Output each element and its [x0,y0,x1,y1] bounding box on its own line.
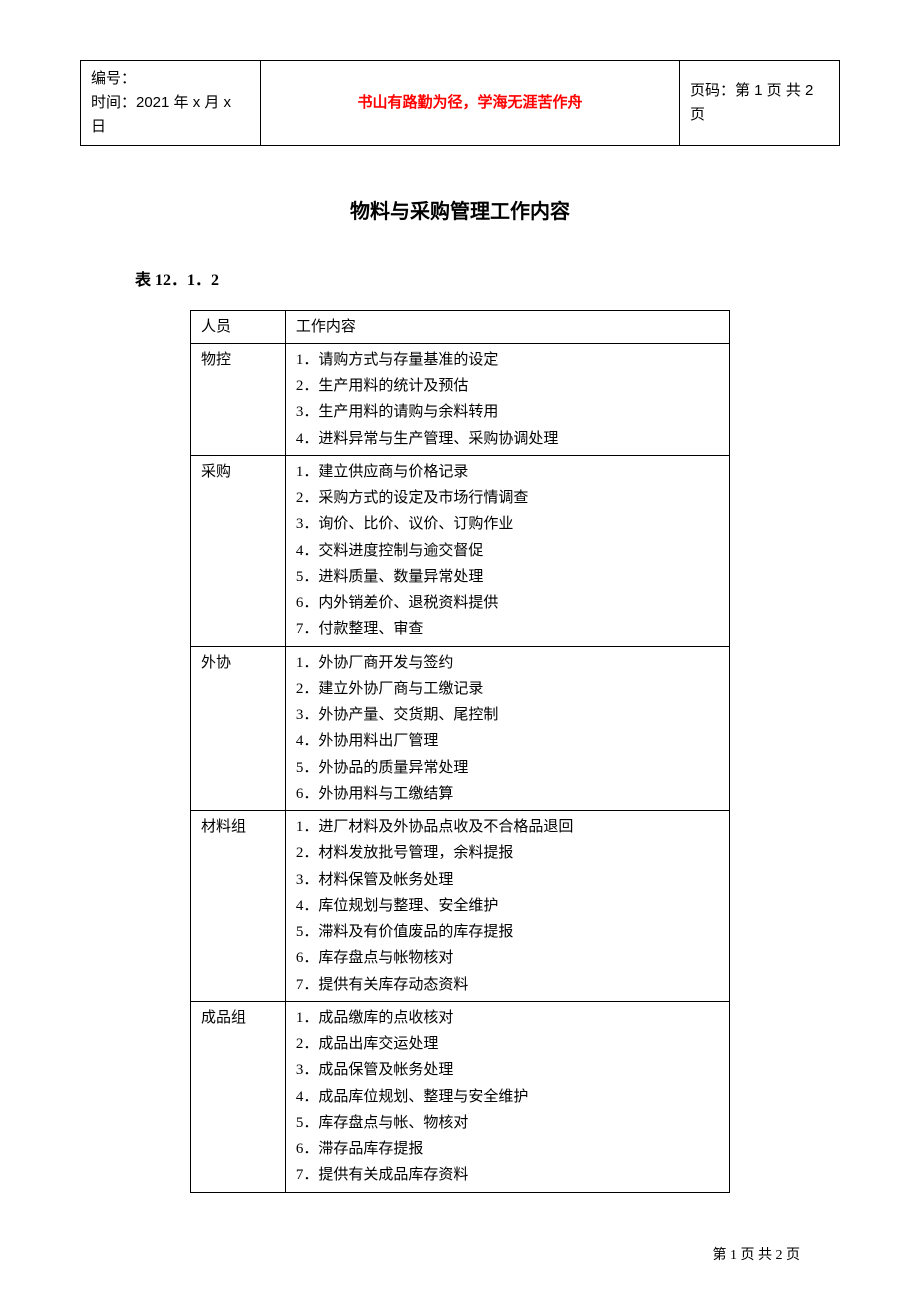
work-item: 2．材料发放批号管理，余料提报 [296,840,719,866]
work-item: 3．成品保管及帐务处理 [296,1057,719,1083]
table-row: 采购 1．建立供应商与价格记录 2．采购方式的设定及市场行情调查 3．询价、比价… [191,455,730,646]
header-box: 编号： 时间：2021 年 x 月 x 日 书山有路勤为径，学海无涯苦作舟 页码… [80,60,840,146]
work-item: 7．付款整理、审查 [296,616,719,642]
content-cell: 1．请购方式与存量基准的设定 2．生产用料的统计及预估 3．生产用料的请购与余料… [285,343,729,455]
doc-time-label: 时间：2021 年 x 月 x 日 [91,91,250,139]
header-motto: 书山有路勤为径，学海无涯苦作舟 [357,94,582,111]
content-cell: 1．进厂材料及外协品点收及不合格品退回 2．材料发放批号管理，余料提报 3．材料… [285,811,729,1002]
work-item: 3．生产用料的请购与余料转用 [296,399,719,425]
role-cell: 材料组 [191,811,286,1002]
column-header-content: 工作内容 [285,310,729,343]
work-item: 4．交料进度控制与逾交督促 [296,538,719,564]
work-item: 4．库位规划与整理、安全维护 [296,893,719,919]
content-cell: 1．成品缴库的点收核对 2．成品出库交运处理 3．成品保管及帐务处理 4．成品库… [285,1001,729,1192]
table-row: 物控 1．请购方式与存量基准的设定 2．生产用料的统计及预估 3．生产用料的请购… [191,343,730,455]
work-item: 6．外协用料与工缴结算 [296,781,719,807]
work-item: 3．材料保管及帐务处理 [296,867,719,893]
page-footer: 第 1 页 共 2 页 [713,1245,801,1267]
table-row: 材料组 1．进厂材料及外协品点收及不合格品退回 2．材料发放批号管理，余料提报 … [191,811,730,1002]
doc-number-label: 编号： [91,67,250,91]
header-page-label: 页码：第 1 页 共 2 页 [690,82,813,123]
work-item: 6．内外销差价、退税资料提供 [296,590,719,616]
role-cell: 采购 [191,455,286,646]
work-item: 2．生产用料的统计及预估 [296,373,719,399]
column-header-role: 人员 [191,310,286,343]
work-item: 1．成品缴库的点收核对 [296,1005,719,1031]
work-item: 1．进厂材料及外协品点收及不合格品退回 [296,814,719,840]
work-item: 2．建立外协厂商与工缴记录 [296,676,719,702]
work-item: 5．外协品的质量异常处理 [296,755,719,781]
header-center-cell: 书山有路勤为径，学海无涯苦作舟 [261,61,680,146]
work-item: 6．库存盘点与帐物核对 [296,945,719,971]
work-item: 5．库存盘点与帐、物核对 [296,1110,719,1136]
content-table: 人员 工作内容 物控 1．请购方式与存量基准的设定 2．生产用料的统计及预估 3… [190,310,730,1193]
table-row: 外协 1．外协厂商开发与签约 2．建立外协厂商与工缴记录 3．外协产量、交货期、… [191,646,730,811]
work-item: 7．提供有关库存动态资料 [296,972,719,998]
work-item: 5．滞料及有价值废品的库存提报 [296,919,719,945]
work-item: 5．进料质量、数量异常处理 [296,564,719,590]
work-item: 2．成品出库交运处理 [296,1031,719,1057]
header-right-cell: 页码：第 1 页 共 2 页 [680,61,840,146]
document-page: 编号： 时间：2021 年 x 月 x 日 书山有路勤为径，学海无涯苦作舟 页码… [0,0,920,1302]
work-item: 6．滞存品库存提报 [296,1136,719,1162]
work-item: 1．建立供应商与价格记录 [296,459,719,485]
work-item: 3．询价、比价、议价、订购作业 [296,511,719,537]
table-number-label: 表 12．1．2 [135,268,840,294]
work-item: 2．采购方式的设定及市场行情调查 [296,485,719,511]
role-cell: 成品组 [191,1001,286,1192]
work-item: 4．外协用料出厂管理 [296,728,719,754]
work-item: 4．成品库位规划、整理与安全维护 [296,1084,719,1110]
work-item: 1．外协厂商开发与签约 [296,650,719,676]
table-row: 成品组 1．成品缴库的点收核对 2．成品出库交运处理 3．成品保管及帐务处理 4… [191,1001,730,1192]
document-title: 物料与采购管理工作内容 [80,196,840,228]
work-item: 7．提供有关成品库存资料 [296,1162,719,1188]
work-item: 1．请购方式与存量基准的设定 [296,347,719,373]
work-item: 3．外协产量、交货期、尾控制 [296,702,719,728]
role-cell: 物控 [191,343,286,455]
work-item: 4．进料异常与生产管理、采购协调处理 [296,426,719,452]
header-left-cell: 编号： 时间：2021 年 x 月 x 日 [81,61,261,146]
role-cell: 外协 [191,646,286,811]
content-cell: 1．建立供应商与价格记录 2．采购方式的设定及市场行情调查 3．询价、比价、议价… [285,455,729,646]
table-header-row: 人员 工作内容 [191,310,730,343]
content-cell: 1．外协厂商开发与签约 2．建立外协厂商与工缴记录 3．外协产量、交货期、尾控制… [285,646,729,811]
